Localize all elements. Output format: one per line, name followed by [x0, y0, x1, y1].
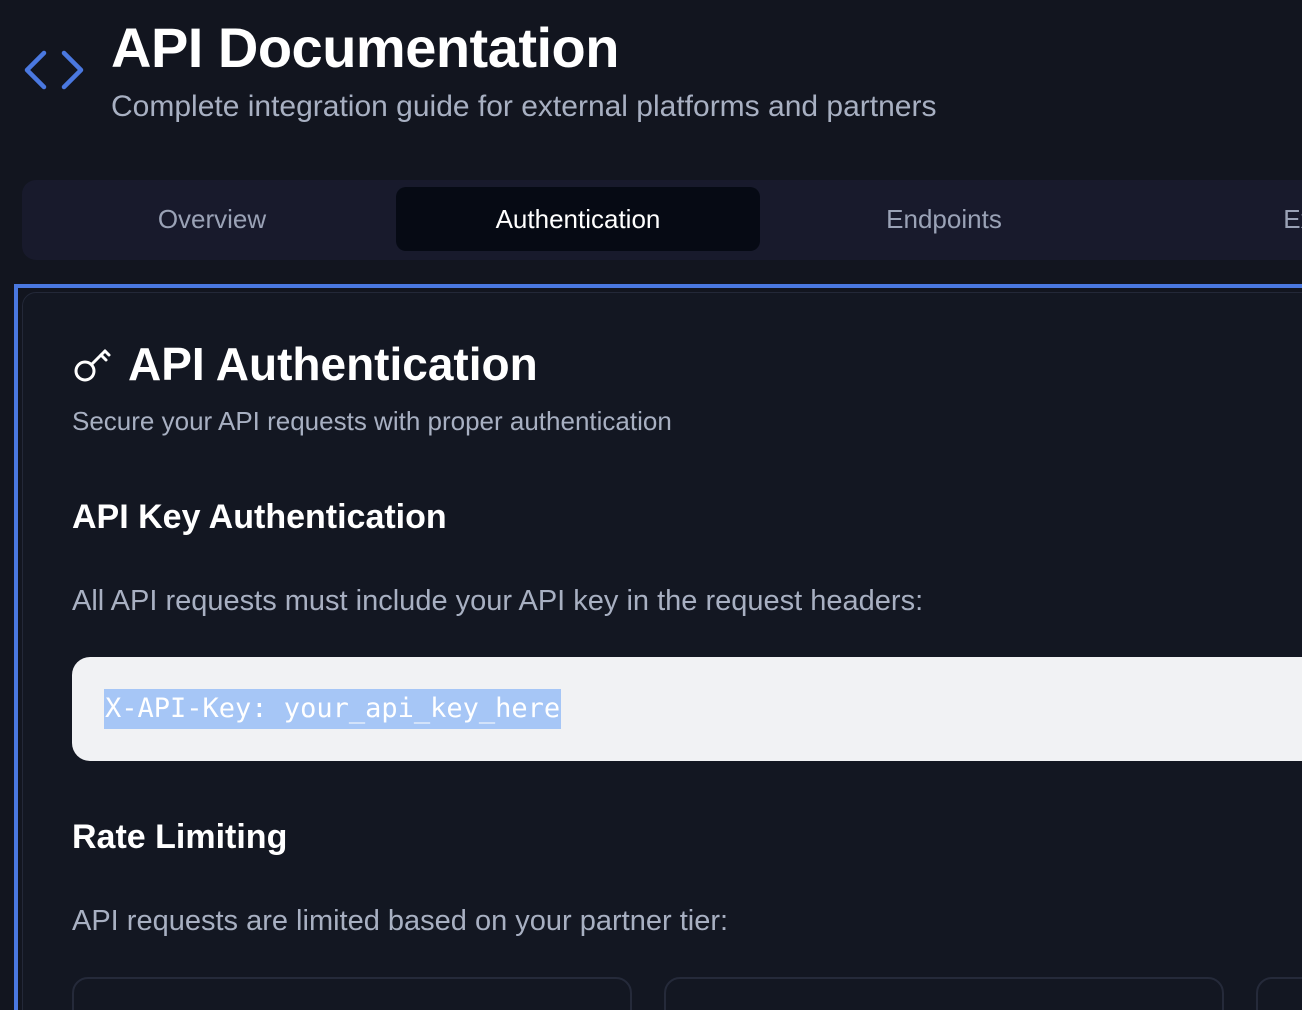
code-block: X-API-Key: your_api_key_here: [72, 657, 1302, 761]
api-docs-page: API Documentation Complete integration g…: [0, 0, 1302, 1010]
page-subtitle: Complete integration guide for external …: [111, 90, 937, 123]
tab-bar: Overview Authentication Endpoints Exar: [22, 180, 1302, 260]
rate-limiting-text: API requests are limited based on your p…: [72, 905, 729, 937]
tab-authentication[interactable]: Authentication: [396, 187, 760, 251]
tab-overview[interactable]: Overview: [30, 187, 394, 251]
page-header: API Documentation Complete integration g…: [0, 0, 1302, 150]
tab-examples[interactable]: Exar: [1128, 187, 1302, 251]
tier-card: [72, 977, 632, 1010]
section-title: API Authentication: [128, 338, 538, 390]
rate-limiting-heading: Rate Limiting: [72, 818, 288, 856]
tab-endpoints[interactable]: Endpoints: [762, 187, 1126, 251]
tier-card: [1256, 977, 1302, 1010]
tier-card: [664, 977, 1224, 1010]
key-icon: [74, 349, 111, 382]
api-key-heading: API Key Authentication: [72, 498, 447, 536]
code-snippet[interactable]: X-API-Key: your_api_key_here: [104, 689, 562, 729]
api-key-text: All API requests must include your API k…: [72, 585, 924, 617]
section-description: Secure your API requests with proper aut…: [72, 406, 672, 436]
code-brackets-icon: [24, 50, 84, 90]
page-title: API Documentation: [111, 16, 619, 79]
